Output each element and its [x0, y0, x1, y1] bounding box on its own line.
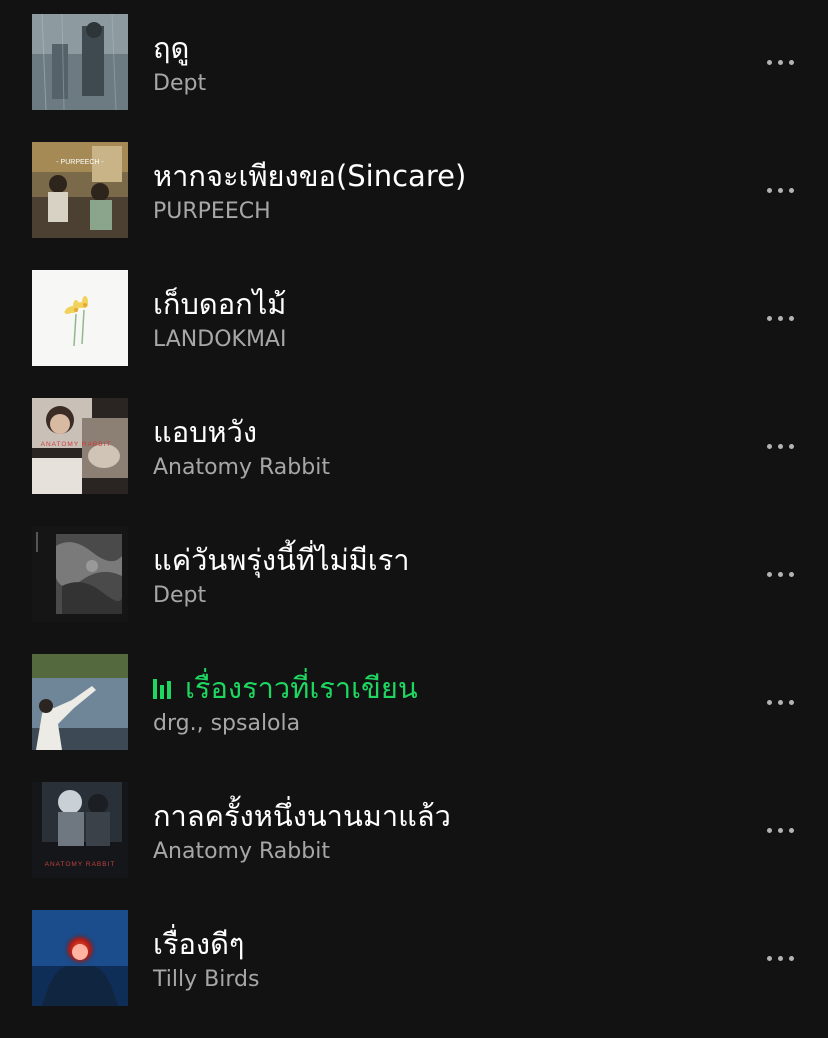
album-cover: - PURPEECH - [32, 142, 128, 238]
dot-icon [766, 955, 772, 961]
track-row[interactable]: ANATOMY RABBIT กาลครั้งหนึ่งนานมาแล้ว An… [0, 782, 828, 910]
dot-icon [777, 827, 783, 833]
cover-text: ANATOMY RABBIT [45, 861, 116, 868]
more-options-button[interactable] [750, 428, 810, 464]
dot-icon [788, 315, 794, 321]
track-title: แอบหวัง [153, 415, 258, 449]
dot-icon [777, 187, 783, 193]
dot-icon [788, 571, 794, 577]
album-cover [32, 526, 128, 622]
album-cover [32, 14, 128, 110]
track-title: เรื่องดีๆ [153, 927, 245, 961]
dot-icon [788, 955, 794, 961]
dot-icon [788, 59, 794, 65]
track-title: หากจะเพียงขอ(Sincare) [153, 159, 467, 193]
track-artist: Anatomy Rabbit [153, 455, 330, 480]
track-artist: drg., spsalola [153, 711, 301, 736]
dot-icon [766, 187, 772, 193]
dot-icon [766, 315, 772, 321]
dot-icon [777, 571, 783, 577]
track-artist: LANDOKMAI [153, 327, 287, 352]
more-options-button[interactable] [750, 812, 810, 848]
dot-icon [777, 699, 783, 705]
dot-icon [766, 443, 772, 449]
track-row[interactable]: เรื่องราวที่เราเขียน drg., spsalola [0, 654, 828, 782]
track-row[interactable]: ฤดู Dept [0, 14, 828, 142]
track-title: เรื่องราวที่เราเขียน [185, 671, 418, 705]
track-artist: PURPEECH [153, 199, 271, 224]
dot-icon [766, 699, 772, 705]
track-title: เก็บดอกไม้ [153, 287, 287, 321]
track-row[interactable]: เก็บดอกไม้ LANDOKMAI [0, 270, 828, 398]
dot-icon [777, 955, 783, 961]
track-artist: Dept [153, 583, 207, 608]
track-row[interactable]: เรื่องดีๆ Tilly Birds [0, 910, 828, 1038]
more-options-button[interactable] [750, 300, 810, 336]
track-artist: Anatomy Rabbit [153, 839, 330, 864]
cover-text: - PURPEECH - [56, 159, 104, 166]
dot-icon [777, 315, 783, 321]
album-cover: ANATOMY RABBIT [32, 398, 128, 494]
track-title-playing: เรื่องราวที่เราเขียน [153, 670, 418, 706]
more-options-button[interactable] [750, 940, 810, 976]
dot-icon [766, 827, 772, 833]
more-options-button[interactable] [750, 684, 810, 720]
dot-icon [788, 699, 794, 705]
dot-icon [766, 59, 772, 65]
more-options-button[interactable] [750, 556, 810, 592]
dot-icon [788, 827, 794, 833]
dot-icon [788, 187, 794, 193]
cover-text: ANATOMY RABBIT [41, 441, 112, 448]
dot-icon [766, 571, 772, 577]
track-row[interactable]: - PURPEECH - หากจะเพียงขอ(Sincare) PURPE… [0, 142, 828, 270]
track-artist: Tilly Birds [153, 967, 260, 992]
track-row[interactable]: ANATOMY RABBIT แอบหวัง Anatomy Rabbit [0, 398, 828, 526]
album-cover [32, 910, 128, 1006]
track-row[interactable]: แค่วันพรุ่งนี้ที่ไม่มีเรา Dept [0, 526, 828, 654]
dot-icon [777, 443, 783, 449]
dot-icon [777, 59, 783, 65]
album-cover [32, 654, 128, 750]
track-title: ฤดู [153, 31, 190, 65]
track-list: ฤดู Dept - PURPEECH - หากจะเพียงขอ(Sinca… [0, 14, 828, 1038]
more-options-button[interactable] [750, 44, 810, 80]
album-cover: ANATOMY RABBIT [32, 782, 128, 878]
more-options-button[interactable] [750, 172, 810, 208]
track-artist: Dept [153, 71, 207, 96]
equalizer-icon [153, 679, 175, 699]
dot-icon [788, 443, 794, 449]
track-title: แค่วันพรุ่งนี้ที่ไม่มีเรา [153, 543, 410, 577]
album-cover [32, 270, 128, 366]
track-title: กาลครั้งหนึ่งนานมาแล้ว [153, 799, 451, 833]
